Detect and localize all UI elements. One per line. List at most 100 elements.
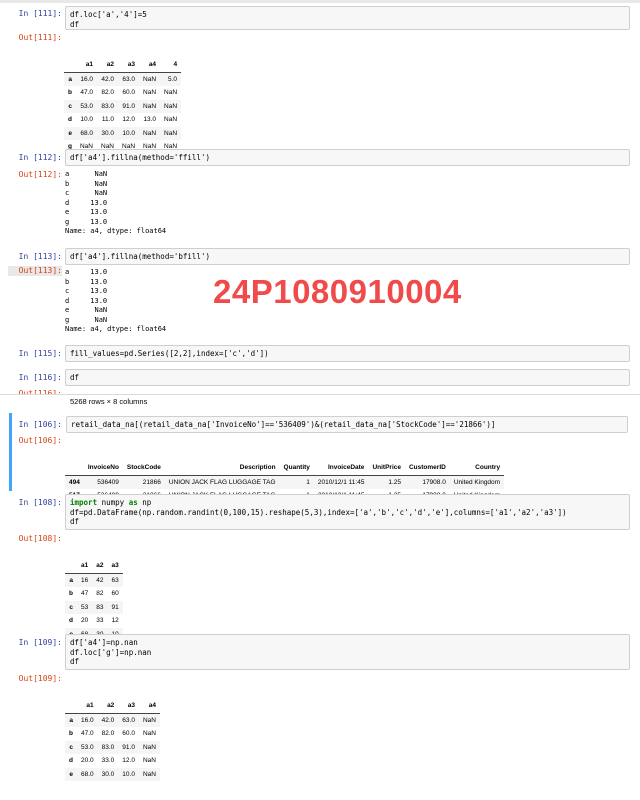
table-cell: 42 [92,573,108,587]
table-cell: 53.0 [76,740,98,754]
row-index: a [64,72,76,86]
code-input[interactable]: df [65,369,630,386]
table-cell: NaN [138,740,160,754]
screenshot-divider [0,394,640,395]
table-row: b 47.0 82.0 60.0 NaN NaN [64,86,181,100]
table-cell: 68.0 [76,767,98,781]
table-cell: 12 [111,617,119,624]
table-cell: 42.0 [97,72,119,86]
table-cell: 82 [96,590,104,597]
header-row: a1 a2 a3 [65,559,123,574]
column-header: InvoiceDate [313,461,369,476]
series-line: Name: a4, dtype: float64 [65,325,167,333]
table-row: e 68.0 30.0 10.0 NaN [65,767,160,781]
row-index: e [64,126,76,140]
row-index: d [69,617,73,624]
out-prompt[interactable]: Out[113]: [8,266,62,276]
code-keyword: import [70,498,98,507]
in-prompt: In [108]: [18,498,62,507]
out-prompt: Out[106]: [18,436,62,445]
watermark-text: 24P1080910004 [213,273,462,310]
table-cell: NaN [160,99,182,113]
series-line: d 13.0 [65,296,108,305]
table-cell: NaN [164,116,178,123]
table-cell: 536409 [83,475,123,489]
series-output: a 13.0 b 13.0 c 13.0 d 13.0 e NaN g NaN Name: … [65,268,166,335]
table-cell: NaN [142,730,156,737]
column-header: a3 [118,699,139,714]
table-cell: 5.0 [160,72,182,86]
code-input[interactable]: retail_data_na[(retail_data_na['InvoiceN… [66,416,628,433]
table-cell: 53 [76,600,93,614]
table-cell: 68.0 [75,126,97,140]
column-header: StockCode [122,461,165,476]
table-row: a 16 42 63 [65,573,123,587]
table-row: d 20 33 12 [65,614,123,628]
table-row: b 47 82 60 [65,587,123,601]
series-line: b NaN [65,179,108,188]
header-row: a1 a2 a3 a4 4 [64,58,182,73]
table-cell: 33 [96,617,104,624]
in-prompt: In [116]: [18,373,62,382]
in-prompt: In [111]: [18,9,62,18]
table-cell: 60.0 [122,89,136,96]
table-cell: 16.0 [76,713,98,727]
series-line: c 13.0 [65,287,108,295]
code-line: df.loc['a','4']=5 [70,10,147,19]
header-row: InvoiceNo StockCode Description Quantity Inv… [65,461,505,476]
index-header [65,699,77,714]
row-index: b [69,590,73,597]
column-header: a2 [97,58,119,73]
in-prompt: In [112]: [18,153,62,162]
row-index: c [64,99,76,113]
table-cell: 10.0 [118,126,140,140]
row-index: c [65,740,77,754]
out-prompt: Out[111]: [18,33,62,42]
table-cell: 91 [107,600,123,614]
dataframe-table: a1 a2 a3 a4 a 16.0 42.0 63.0 NaN b 47.0 82.0 60.0 NaN… [65,699,160,781]
series-line: g 13.0 [65,217,108,226]
table-cell: 12.0 [122,116,136,123]
table-row: c 53 83 91 [65,600,123,614]
column-header: CustomerID [404,461,450,476]
row-index: b [69,730,73,737]
table-row: d 20.0 33.0 12.0 NaN [65,754,160,768]
code-input[interactable]: fill_values=pd.Series([2,2],index=['c','… [65,345,630,362]
table-row: c 53.0 83.0 91.0 NaN [65,740,160,754]
row-index: d [68,116,72,123]
code-input[interactable]: df.loc['a','4']=5 df [65,6,630,30]
series-line: c NaN [65,189,108,197]
table-cell: 17908.0 [404,475,450,489]
code-input[interactable]: df['a4'].fillna(method='bfill') [65,248,630,265]
code-line: df.loc['g']=np.nan [70,647,152,657]
table-cell: 63.0 [118,713,139,727]
column-header: Description [164,461,280,476]
code-input[interactable]: df['a4']=np.nan df.loc['g']=np.nan df [65,634,630,670]
table-cell: 42.0 [97,713,119,727]
table-cell: 83.0 [97,740,119,754]
series-line: a NaN [65,170,108,178]
column-header: a4 [139,58,161,73]
in-prompt: In [109]: [18,638,62,647]
table-cell: NaN [138,767,160,781]
row-index: e [65,767,77,781]
series-line: b 13.0 [65,277,108,286]
table-cell: 53.0 [75,99,97,113]
code-input[interactable]: import numpy as np df=pd.DataFrame(np.ra… [65,494,630,530]
row-index: a [65,573,77,587]
table-cell: NaN [139,72,161,86]
series-output: a NaN b NaN c NaN d 13.0 e 13.0 g 13.0 Name: a… [65,170,166,237]
table-cell: NaN [138,713,160,727]
code-line: df['a4']=np.nan [70,638,138,647]
table-cell: NaN [164,89,178,96]
in-prompt: In [113]: [18,252,62,261]
table-cell: 11.0 [101,116,115,123]
code-input[interactable]: df['a4'].fillna(method='ffill') [65,149,630,166]
table-cell: 63 [107,573,123,587]
code-line: retail_data_na[(retail_data_na['InvoiceN… [71,420,496,429]
out-prompt: Out[109]: [18,674,62,683]
column-header: UnitPrice [368,461,405,476]
table-cell: 20 [80,617,89,624]
code-line: df=pd.DataFrame(np.random.randint(0,100,… [70,507,567,517]
row-index: 494 [65,475,84,489]
